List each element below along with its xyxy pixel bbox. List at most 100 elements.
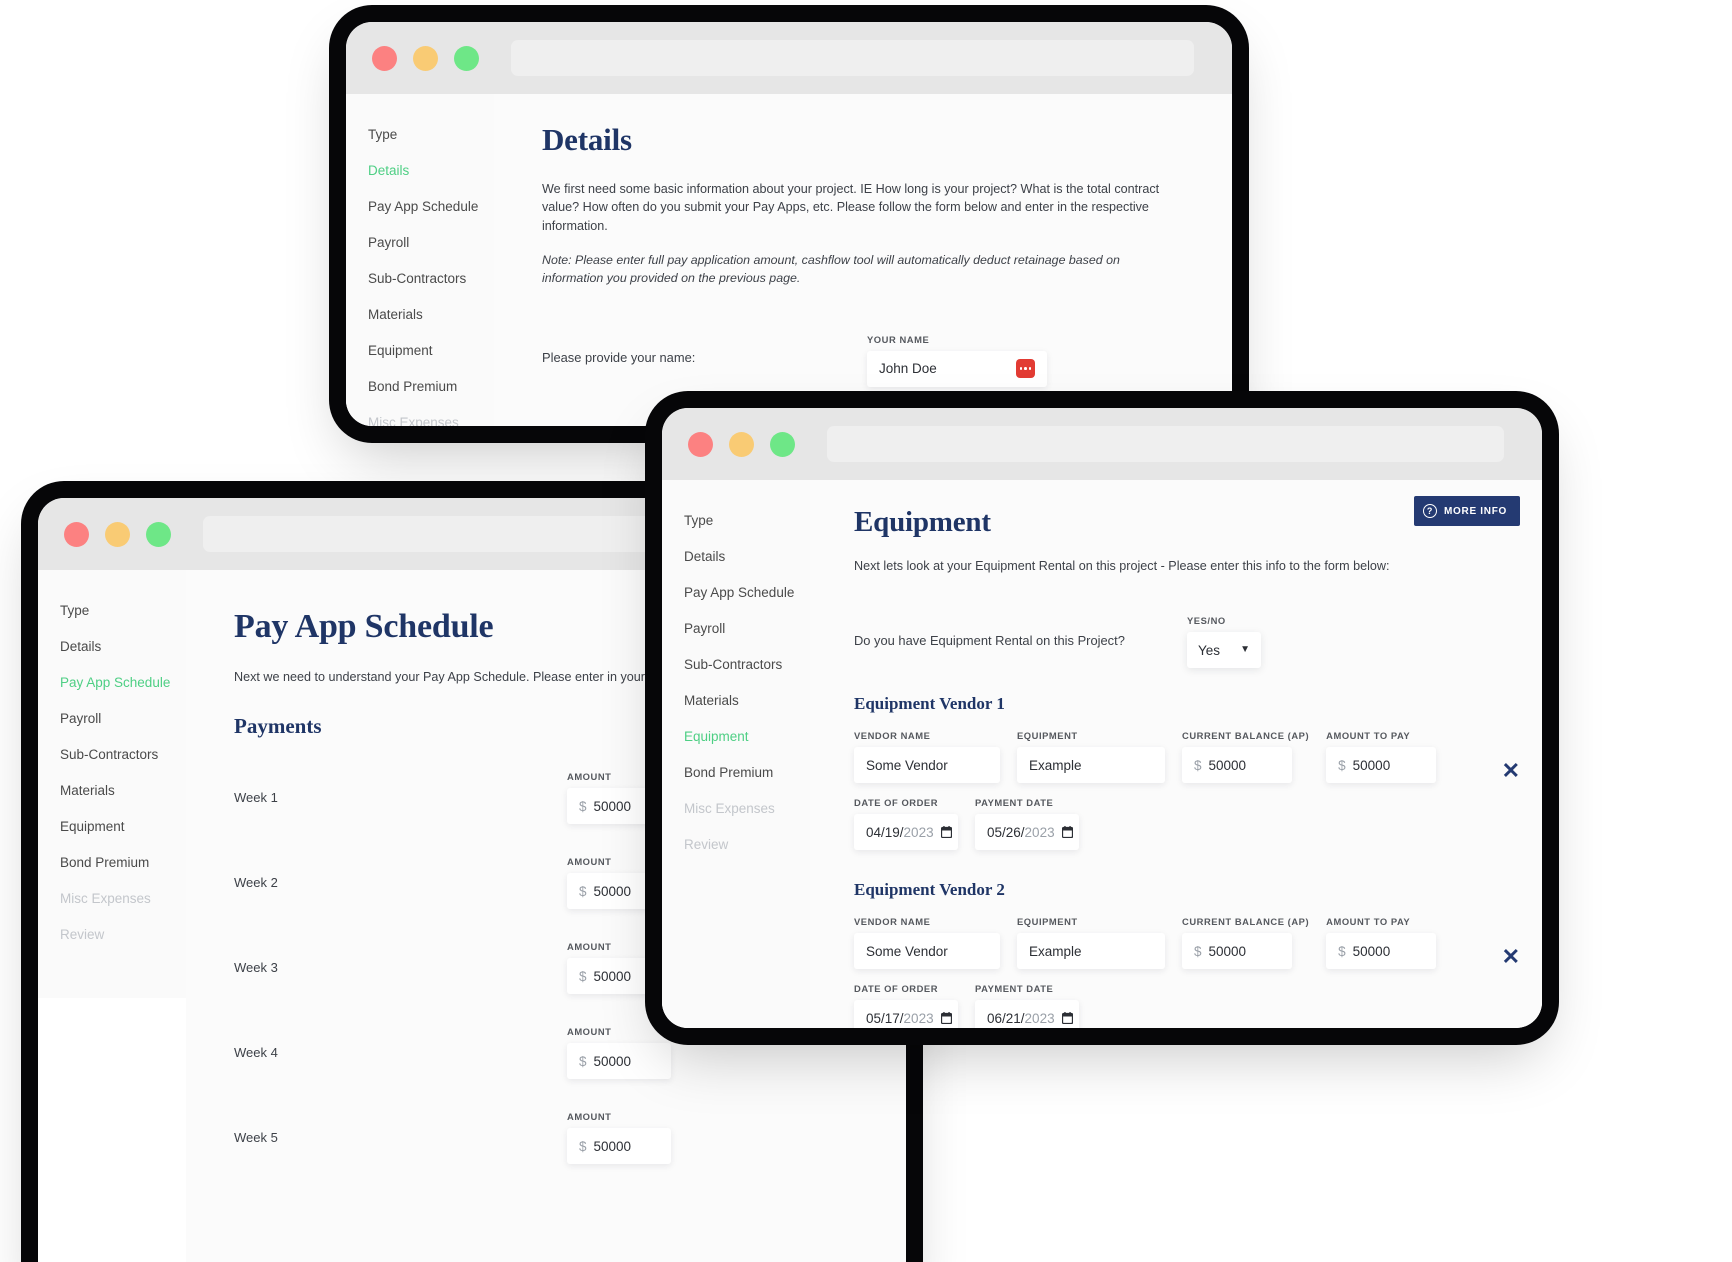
amount-label: AMOUNT	[567, 856, 612, 868]
more-info-button[interactable]: ? MORE INFO	[1414, 496, 1520, 526]
amount-label: AMOUNT	[567, 1111, 612, 1123]
question-circle-icon: ?	[1423, 504, 1438, 518]
maximize-window-dot[interactable]	[454, 45, 479, 71]
screenshot-stage: Type Details Pay App Schedule Payroll Su…	[0, 0, 1732, 1262]
amount-to-pay-input[interactable]: $ 50000	[1326, 933, 1437, 970]
week-label: Week 5	[234, 1130, 278, 1146]
calendar-icon[interactable]	[940, 1012, 952, 1025]
sidebar-item-bond-premium[interactable]: Bond Premium	[684, 766, 810, 780]
payment-date-input[interactable]: 06/21/2023	[975, 1000, 1079, 1028]
amount-to-pay-input[interactable]: $ 50000	[1326, 747, 1437, 784]
password-dots-icon[interactable]	[1016, 359, 1035, 379]
your-name-input[interactable]: John Doe	[867, 350, 1047, 387]
current-balance-input[interactable]: $ 50000	[1182, 933, 1292, 970]
address-bar[interactable]	[827, 426, 1504, 462]
sidebar-item-misc-expenses[interactable]: Misc Expenses	[368, 416, 494, 426]
calendar-icon[interactable]	[1061, 1012, 1073, 1025]
calendar-icon[interactable]	[1061, 826, 1073, 839]
calendar-icon[interactable]	[940, 826, 952, 839]
week-label: Week 4	[234, 1045, 278, 1061]
payment-date-md: 05/26/	[987, 824, 1025, 840]
amount-input[interactable]: $ 50000	[567, 958, 671, 995]
sidebar-item-bond-premium[interactable]: Bond Premium	[368, 380, 494, 394]
sidebar-item-equipment[interactable]: Equipment	[368, 344, 494, 358]
close-window-dot[interactable]	[372, 45, 397, 71]
sidebar-nav-pay: Type Details Pay App Schedule Payroll Su…	[38, 570, 186, 998]
week-label: Week 2	[234, 875, 278, 891]
sidebar-item-sub-contractors[interactable]: Sub-Contractors	[368, 272, 494, 286]
vendor-fields-row: VENDOR NAME Some Vendor EQUIPMENT Exampl…	[854, 730, 1542, 784]
equipment-input[interactable]: Example	[1017, 933, 1165, 970]
browser-window-details: Type Details Pay App Schedule Payroll Su…	[346, 22, 1232, 426]
sidebar-item-type[interactable]: Type	[368, 128, 494, 142]
address-bar[interactable]	[511, 40, 1194, 76]
vendor-name-input[interactable]: Some Vendor	[854, 747, 1000, 784]
maximize-window-dot[interactable]	[770, 431, 795, 457]
sidebar-item-materials[interactable]: Materials	[60, 784, 186, 798]
sidebar-item-review[interactable]: Review	[60, 928, 186, 942]
equipment-value: Example	[1029, 943, 1082, 959]
sidebar-item-misc-expenses[interactable]: Misc Expenses	[684, 802, 810, 816]
vendor-fields-row: VENDOR NAME Some Vendor EQUIPMENT Exampl…	[854, 916, 1542, 970]
name-field-row: Please provide your name: YOUR NAME John…	[542, 334, 1232, 387]
sidebar-item-sub-contractors[interactable]: Sub-Contractors	[684, 658, 810, 672]
amount-input[interactable]: $ 50000	[567, 873, 671, 910]
sidebar-item-pay-app-schedule[interactable]: Pay App Schedule	[60, 676, 186, 690]
vendor-name-label: VENDOR NAME	[854, 916, 931, 928]
sidebar-item-misc-expenses[interactable]: Misc Expenses	[60, 892, 186, 906]
date-of-order-input[interactable]: 04/19/2023	[854, 814, 958, 851]
chevron-down-icon: ▼	[1240, 644, 1250, 656]
sidebar-item-review[interactable]: Review	[684, 838, 810, 852]
vendor-name-group: VENDOR NAME Some Vendor	[854, 916, 1000, 970]
payment-date-input[interactable]: 05/26/2023	[975, 814, 1079, 851]
sidebar-item-bond-premium[interactable]: Bond Premium	[60, 856, 186, 870]
close-window-dot[interactable]	[64, 521, 89, 547]
amount-field-group: AMOUNT $ 50000	[567, 771, 671, 825]
sidebar-item-payroll[interactable]: Payroll	[60, 712, 186, 726]
name-field-group: YOUR NAME John Doe	[867, 334, 1047, 387]
sidebar-item-materials[interactable]: Materials	[368, 308, 494, 322]
sidebar-item-type[interactable]: Type	[60, 604, 186, 618]
sidebar-item-pay-app-schedule[interactable]: Pay App Schedule	[368, 200, 494, 214]
sidebar-item-payroll[interactable]: Payroll	[368, 236, 494, 250]
sidebar-item-pay-app-schedule[interactable]: Pay App Schedule	[684, 586, 810, 600]
sidebar-item-equipment[interactable]: Equipment	[684, 730, 810, 744]
amount-input[interactable]: $ 50000	[567, 1043, 671, 1080]
minimize-window-dot[interactable]	[729, 431, 754, 457]
payment-date-label: PAYMENT DATE	[975, 797, 1054, 809]
sidebar-nav-details: Type Details Pay App Schedule Payroll Su…	[346, 94, 494, 426]
table-row: Week 4 AMOUNT $ 50000	[234, 1026, 906, 1080]
close-window-dot[interactable]	[688, 431, 713, 457]
sidebar-item-payroll[interactable]: Payroll	[684, 622, 810, 636]
amount-field-group: AMOUNT $ 50000	[567, 941, 671, 995]
sidebar-item-details[interactable]: Details	[684, 550, 810, 564]
sidebar-item-details[interactable]: Details	[60, 640, 186, 654]
amount-input[interactable]: $ 50000	[567, 1128, 671, 1165]
equipment-input[interactable]: Example	[1017, 747, 1165, 784]
remove-vendor-button[interactable]: ✕	[1502, 760, 1520, 782]
content-details: Details We first need some basic informa…	[494, 94, 1232, 426]
yesno-select[interactable]: Yes ▼	[1187, 632, 1261, 669]
sidebar-item-details[interactable]: Details	[368, 164, 494, 178]
remove-vendor-button[interactable]: ✕	[1502, 946, 1520, 968]
week-label: Week 1	[234, 790, 278, 806]
sidebar-item-type[interactable]: Type	[684, 514, 810, 528]
sidebar-item-sub-contractors[interactable]: Sub-Contractors	[60, 748, 186, 762]
sidebar-item-equipment[interactable]: Equipment	[60, 820, 186, 834]
date-of-order-input[interactable]: 05/17/2023	[854, 1000, 958, 1028]
amount-to-pay-value: 50000	[1352, 757, 1391, 773]
maximize-window-dot[interactable]	[146, 521, 171, 547]
payment-date-year: 2023	[1024, 1010, 1055, 1026]
vendor-name-input[interactable]: Some Vendor	[854, 933, 1000, 970]
current-balance-input[interactable]: $ 50000	[1182, 747, 1292, 784]
date-of-order-md: 05/17/	[866, 1010, 904, 1026]
amount-input[interactable]: $ 50000	[567, 788, 671, 825]
window-body-details: Type Details Pay App Schedule Payroll Su…	[346, 94, 1232, 426]
sidebar-item-materials[interactable]: Materials	[684, 694, 810, 708]
date-of-order-label: DATE OF ORDER	[854, 983, 939, 995]
amount-value: 50000	[593, 968, 632, 984]
minimize-window-dot[interactable]	[105, 521, 130, 547]
minimize-window-dot[interactable]	[413, 45, 438, 71]
date-of-order-group: DATE OF ORDER 05/17/2023	[854, 983, 958, 1028]
current-balance-group: CURRENT BALANCE (AP) $ 50000	[1182, 916, 1309, 970]
